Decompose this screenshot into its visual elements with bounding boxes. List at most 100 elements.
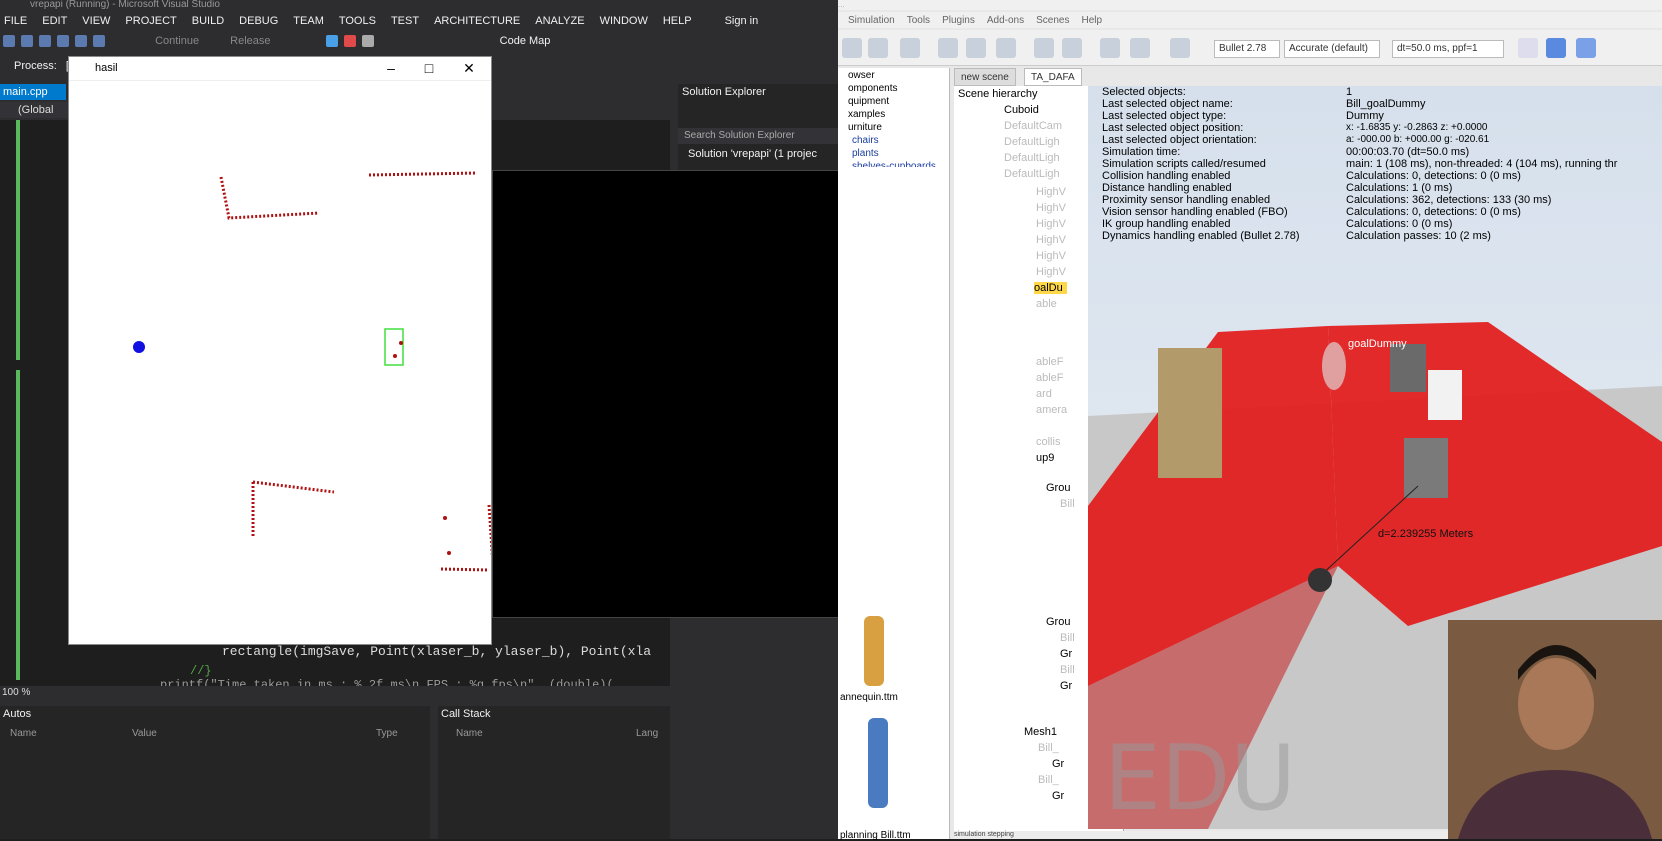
bill-thumbnail[interactable]	[868, 718, 888, 808]
tab-ta-dafa[interactable]: TA_DAFA	[1024, 68, 1082, 86]
hierarchy-item[interactable]: Grou	[1046, 616, 1070, 628]
menu-plugins[interactable]: Plugins	[942, 15, 975, 26]
minimize-icon[interactable]: –	[373, 57, 409, 81]
accuracy-select[interactable]: Accurate (default)	[1284, 40, 1380, 58]
tab-main-cpp[interactable]: main.cpp	[0, 84, 66, 100]
close-icon[interactable]: ✕	[451, 57, 487, 81]
camera-icon[interactable]	[868, 38, 888, 58]
mannequin-thumbnail[interactable]	[864, 616, 884, 686]
pause-icon[interactable]	[1546, 38, 1566, 58]
hierarchy-item[interactable]: Gr	[1060, 648, 1072, 660]
hierarchy-item[interactable]: Cuboid	[1004, 104, 1039, 116]
new-project-icon[interactable]	[39, 35, 51, 47]
hierarchy-item[interactable]: DefaultLigh	[1004, 152, 1060, 164]
menu-window[interactable]: WINDOW	[600, 15, 648, 27]
forward-icon[interactable]	[21, 35, 33, 47]
menu-tools[interactable]: Tools	[907, 15, 930, 26]
menu-addons[interactable]: Add-ons	[987, 15, 1024, 26]
menu-architecture[interactable]: ARCHITECTURE	[434, 15, 520, 27]
hierarchy-item[interactable]: Bill_	[1038, 774, 1059, 786]
model-name[interactable]: annequin.ttm	[840, 692, 898, 703]
tab-new-scene[interactable]: new scene	[954, 68, 1016, 86]
undo-icon[interactable]	[93, 35, 105, 47]
play-icon[interactable]	[1518, 38, 1538, 58]
engine-select[interactable]: Bullet 2.78	[1214, 40, 1280, 58]
model-name[interactable]: planning Bill.ttm	[840, 830, 911, 841]
hierarchy-item[interactable]: Gr	[1060, 680, 1072, 692]
hierarchy-item[interactable]: collis	[1036, 436, 1060, 448]
model-folder[interactable]: omponents	[848, 83, 897, 94]
sign-in-link[interactable]: Sign in	[725, 15, 759, 27]
menu-project[interactable]: PROJECT	[125, 15, 176, 27]
hierarchy-item[interactable]: HighV	[1036, 234, 1066, 246]
back-icon[interactable]	[3, 35, 15, 47]
hierarchy-item[interactable]: HighV	[1036, 186, 1066, 198]
hierarchy-item[interactable]: Grou	[1046, 482, 1070, 494]
engine-icon[interactable]	[1170, 38, 1190, 58]
autos-col-value[interactable]: Value	[132, 728, 157, 739]
code-map-button[interactable]: Code Map	[500, 35, 551, 47]
solution-search-input[interactable]: Search Solution Explorer	[678, 128, 840, 144]
hierarchy-item[interactable]: amera	[1036, 404, 1067, 416]
hierarchy-item[interactable]: HighV	[1036, 202, 1066, 214]
down-arrow-icon[interactable]	[842, 38, 862, 58]
hierarchy-item[interactable]: Bill	[1060, 664, 1075, 676]
hierarchy-item[interactable]: ableF	[1036, 372, 1064, 384]
model-folder[interactable]: quipment	[848, 96, 889, 107]
pause-icon[interactable]	[325, 35, 338, 47]
menu-tools[interactable]: TOOLS	[339, 15, 376, 27]
stop-icon[interactable]	[343, 35, 356, 47]
menu-help[interactable]: Help	[1081, 15, 1102, 26]
hierarchy-item-selected[interactable]: oalDu	[1034, 282, 1067, 294]
hierarchy-item[interactable]: DefaultLigh	[1004, 136, 1060, 148]
menu-help[interactable]: HELP	[663, 15, 692, 27]
model-folder[interactable]: xamples	[848, 109, 885, 120]
timestep-select[interactable]: dt=50.0 ms, ppf=1	[1392, 40, 1504, 58]
hierarchy-item[interactable]: HighV	[1036, 266, 1066, 278]
transfer-icon[interactable]	[1062, 38, 1082, 58]
hierarchy-item[interactable]: DefaultLigh	[1004, 168, 1060, 180]
zoom-level[interactable]: 100 %	[0, 686, 670, 700]
hierarchy-item[interactable]: Bill_	[1038, 742, 1059, 754]
continue-button[interactable]: Continue	[155, 35, 199, 47]
select-icon[interactable]	[938, 38, 958, 58]
autos-col-name[interactable]: Name	[10, 728, 37, 739]
callstack-col-name[interactable]: Name	[456, 728, 483, 739]
redo-icon[interactable]	[1130, 38, 1150, 58]
model-folder[interactable]: urniture	[848, 122, 882, 133]
save-icon[interactable]	[75, 35, 87, 47]
undo-icon[interactable]	[1100, 38, 1120, 58]
restart-icon[interactable]	[361, 35, 374, 47]
hierarchy-item[interactable]: DefaultCam	[1004, 120, 1062, 132]
model-folder[interactable]: chairs	[852, 135, 879, 146]
menu-view[interactable]: VIEW	[82, 15, 110, 27]
menu-simulation[interactable]: Simulation	[848, 15, 895, 26]
model-folder[interactable]: owser	[848, 70, 875, 81]
hierarchy-item[interactable]: Gr	[1052, 758, 1064, 770]
solution-item[interactable]: Solution 'vrepapi' (1 projec	[688, 148, 817, 160]
menu-test[interactable]: TEST	[391, 15, 419, 27]
menu-analyze[interactable]: ANALYZE	[535, 15, 584, 27]
menu-debug[interactable]: DEBUG	[239, 15, 278, 27]
menu-scenes[interactable]: Scenes	[1036, 15, 1069, 26]
assemble-icon[interactable]	[1034, 38, 1054, 58]
hierarchy-item[interactable]: HighV	[1036, 218, 1066, 230]
open-icon[interactable]	[57, 35, 69, 47]
maximize-icon[interactable]: □	[411, 57, 447, 81]
hierarchy-item[interactable]: Gr	[1052, 790, 1064, 802]
hierarchy-item[interactable]: HighV	[1036, 250, 1066, 262]
rotate-icon[interactable]	[996, 38, 1016, 58]
model-folder[interactable]: plants	[852, 148, 879, 159]
menu-file[interactable]: FILE	[4, 15, 27, 27]
hierarchy-item[interactable]: ableF	[1036, 356, 1064, 368]
model-folder[interactable]: shelves-cupboards	[852, 161, 936, 167]
autos-col-type[interactable]: Type	[376, 728, 398, 739]
hasil-window[interactable]: hasil – □ ✕	[68, 56, 492, 645]
scope-dropdown[interactable]: (Global Sco	[0, 102, 70, 132]
hierarchy-item[interactable]: ard	[1036, 388, 1052, 400]
hierarchy-item[interactable]: Mesh1	[1024, 726, 1057, 738]
config-select[interactable]: Release	[230, 35, 270, 47]
hierarchy-item[interactable]: Bill	[1060, 632, 1075, 644]
hierarchy-item[interactable]: Bill	[1060, 498, 1075, 510]
stop-icon[interactable]	[1576, 38, 1596, 58]
